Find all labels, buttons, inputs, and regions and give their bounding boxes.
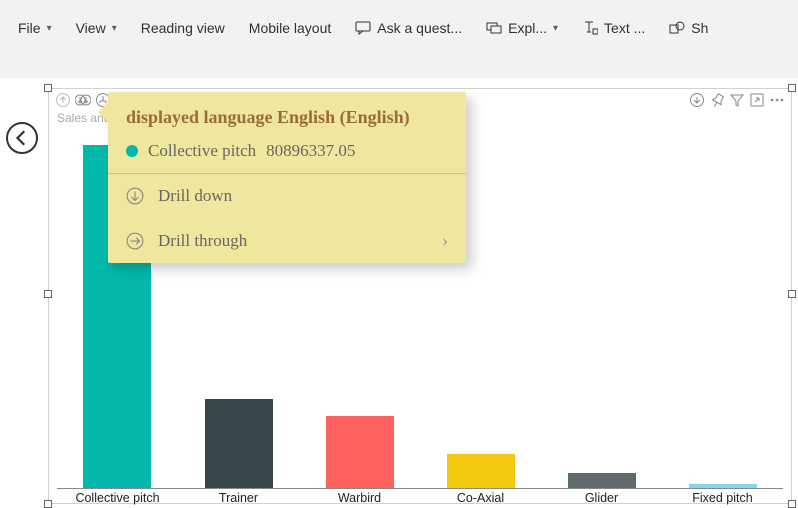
focus-mode-icon[interactable] — [749, 92, 765, 108]
drill-down-label: Drill down — [158, 186, 232, 206]
shapes-icon — [669, 20, 685, 36]
drill-down-icon — [126, 187, 144, 205]
x-axis-label: Warbird — [299, 491, 420, 505]
x-axis-label: Glider — [541, 491, 662, 505]
comment-icon — [355, 20, 371, 36]
x-axis-label: Collective pitch — [57, 491, 178, 505]
ask-label: Ask a quest... — [377, 20, 462, 36]
explore-menu[interactable]: Expl... ▾ — [476, 14, 568, 42]
reading-view-label: Reading view — [141, 20, 225, 36]
explore-label: Expl... — [508, 20, 547, 36]
shapes-button[interactable]: Sh — [659, 14, 718, 42]
file-menu[interactable]: File ▾ — [8, 14, 62, 42]
resize-handle[interactable] — [788, 290, 796, 298]
chevron-right-icon: › — [442, 230, 448, 251]
drill-down-action[interactable]: Drill down — [108, 174, 466, 218]
chevron-down-icon: ▾ — [47, 23, 52, 34]
file-label: File — [18, 20, 41, 36]
resize-handle[interactable] — [44, 84, 52, 92]
datapoint-tooltip: displayed language English (English) Col… — [108, 92, 466, 263]
explore-icon — [486, 20, 502, 36]
series-color-dot — [126, 145, 138, 157]
share-label: Sh — [691, 20, 708, 36]
chevron-down-icon: ▾ — [112, 23, 117, 34]
chevron-down-icon: ▾ — [553, 23, 558, 34]
x-axis-label: Fixed pitch — [662, 491, 783, 505]
view-label: View — [76, 20, 106, 36]
text-label: Text ... — [604, 20, 645, 36]
bar-co-axial[interactable] — [447, 454, 515, 488]
arrow-left-icon — [13, 129, 31, 147]
drill-down-icon[interactable] — [75, 92, 91, 108]
bar-trainer[interactable] — [205, 399, 273, 488]
resize-handle[interactable] — [788, 84, 796, 92]
reading-view-button[interactable]: Reading view — [131, 14, 235, 42]
mobile-layout-button[interactable]: Mobile layout — [239, 14, 342, 42]
x-axis-label: Co-Axial — [420, 491, 541, 505]
bar-fixed-pitch[interactable] — [689, 484, 757, 488]
resize-handle[interactable] — [44, 290, 52, 298]
pin-icon[interactable] — [709, 92, 725, 108]
mobile-layout-label: Mobile layout — [249, 20, 332, 36]
filter-icon[interactable] — [729, 92, 745, 108]
drill-through-icon — [126, 232, 144, 250]
tooltip-series-label: Collective pitch — [148, 141, 256, 161]
drill-through-action[interactable]: Drill through › — [108, 218, 466, 263]
view-menu[interactable]: View ▾ — [66, 14, 127, 42]
bar-warbird[interactable] — [326, 416, 394, 488]
back-button[interactable] — [6, 122, 38, 154]
more-options-icon[interactable] — [769, 92, 785, 108]
textbox-icon — [582, 20, 598, 36]
chart-x-axis: Collective pitchTrainerWarbirdCo-AxialGl… — [57, 491, 783, 505]
x-axis-label: Trainer — [178, 491, 299, 505]
tooltip-title: displayed language English (English) — [126, 106, 448, 129]
tooltip-series-value: 80896337.05 — [266, 141, 355, 161]
bar-glider[interactable] — [568, 473, 636, 488]
drill-through-label: Drill through — [158, 231, 247, 251]
drill-up-icon[interactable] — [55, 92, 71, 108]
see-data-icon[interactable] — [689, 92, 705, 108]
text-button[interactable]: Text ... — [572, 14, 655, 42]
ask-question-button[interactable]: Ask a quest... — [345, 14, 472, 42]
app-toolbar: File ▾ View ▾ Reading view Mobile layout… — [0, 0, 798, 78]
